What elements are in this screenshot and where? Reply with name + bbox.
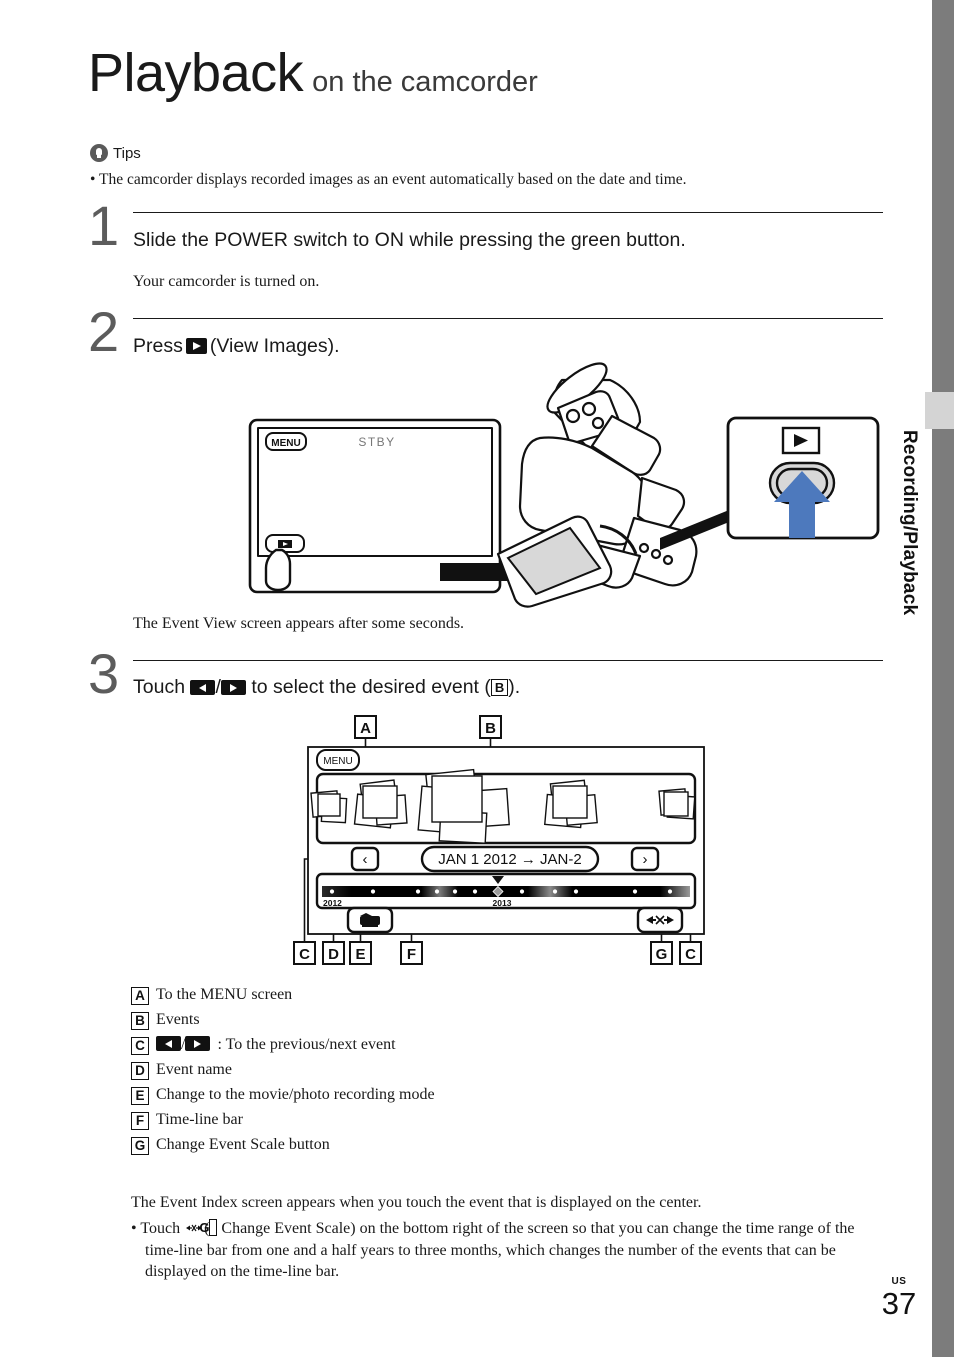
legend-text-a: To the MENU screen: [156, 986, 293, 1003]
step-2-title-after: (View Images).: [209, 335, 340, 357]
callout-tag-a: A: [360, 720, 371, 737]
tips-bullet-text: • The camcorder displays recorded images…: [90, 171, 687, 188]
page-title-main: Playback: [88, 43, 304, 103]
legend-tag-c: C: [131, 1037, 149, 1055]
step-3-title-after: to select the desired event (: [251, 676, 491, 698]
legend-row: A To the MENU screen: [131, 984, 831, 1005]
closing-bullet-before: • Touch: [131, 1220, 181, 1237]
step-3-rule: [133, 660, 883, 661]
event-view-screen-diagram: A B C D E F G C MENU ‹ › JAN 1 2012 → JA…: [290, 714, 720, 972]
legend-tag-g: G: [131, 1137, 149, 1155]
legend-text-b: Events: [156, 1011, 200, 1028]
callout-tag-g: G: [656, 946, 668, 963]
time-line-bar[interactable]: 2012 2013: [315, 872, 697, 910]
step-3-number: 3: [88, 642, 120, 705]
lightbulb-icon: [90, 144, 108, 162]
closing-bullet-after: Change Event Scale) on the bottom right …: [145, 1220, 855, 1280]
next-event-button[interactable]: ›: [630, 846, 660, 872]
step-1-number: 1: [88, 194, 120, 257]
step-2-rule: [133, 318, 883, 319]
legend-tag-f: F: [131, 1112, 149, 1130]
legend-row: F Time-line bar: [131, 1109, 831, 1130]
next-event-icon: [220, 680, 246, 695]
callout-tag-e: E: [355, 946, 365, 963]
legend-tag-a: A: [131, 987, 149, 1005]
lcd-menu-label: MENU: [271, 438, 300, 449]
previous-event-icon: [190, 680, 216, 695]
callout-play-icon: [781, 426, 821, 455]
legend-tag-b: B: [131, 1012, 149, 1030]
play-icon: [185, 338, 207, 354]
section-tab-label: Recording/Playback: [899, 430, 920, 616]
callout-tag-b: B: [485, 720, 496, 737]
callout-tag-f: F: [407, 946, 416, 963]
step-2-description: The Event View screen appears after some…: [133, 615, 465, 632]
step-2-title: Press (View Images).: [133, 335, 340, 358]
legend-tag-e: E: [131, 1087, 149, 1105]
closing-paragraph: The Event Index screen appears when you …: [131, 1194, 702, 1211]
legend-row: D Event name: [131, 1059, 831, 1080]
legend-icons-c: /: [156, 1034, 211, 1055]
callout-tag-b-inline: B: [490, 679, 509, 696]
step-1-rule: [133, 212, 883, 213]
legend-row: E Change to the movie/photo recording mo…: [131, 1084, 831, 1105]
step-3-title: Touch / to select the desired event (B).: [133, 676, 520, 699]
legend-row: C / : To the previous/next event: [131, 1034, 831, 1055]
closing-bullet: • Touch (G Change Event Scale) on the bo…: [131, 1218, 885, 1283]
prev-event-button[interactable]: ‹: [350, 846, 380, 872]
callout-tag-c-right: C: [685, 946, 696, 963]
timeline-end-year: 2013: [493, 898, 512, 908]
page-edge-bar: [932, 0, 954, 1357]
next-event-glyph: ›: [643, 851, 648, 868]
tips-header: Tips: [90, 144, 141, 162]
step-1-title: Slide the POWER switch to ON while press…: [133, 229, 686, 251]
page-footer: US 37: [876, 1276, 922, 1321]
page-number: 37: [881, 1286, 917, 1321]
callout-tag-g-inline: G: [199, 1219, 218, 1236]
step-3-title-end: ).: [508, 676, 521, 698]
step-1-description: Your camcorder is turned on.: [133, 273, 320, 290]
legend-text-f: Time-line bar: [156, 1111, 243, 1128]
callout-tag-d: D: [328, 946, 339, 963]
step-2-number: 2: [88, 300, 120, 363]
change-event-scale-icon: [184, 1222, 204, 1234]
step-3-title-before: Touch: [133, 676, 186, 698]
eventview-menu-button[interactable]: MENU: [316, 749, 360, 771]
legend-tag-d: D: [131, 1062, 149, 1080]
lcd-play-icon: [278, 540, 292, 548]
legend-row: B Events: [131, 1009, 831, 1030]
legend-list: A To the MENU screen B Events C / : To t…: [131, 984, 831, 1159]
section-tab-marker: [925, 392, 954, 429]
page-title: Playback on the camcorder: [88, 42, 538, 104]
next-event-icon: [185, 1036, 211, 1051]
finger-touch-icon: [264, 548, 292, 592]
lcd-status-text: STBY: [358, 435, 395, 449]
legend-row: G Change Event Scale button: [131, 1134, 831, 1155]
events-strip[interactable]: [310, 768, 697, 845]
legend-text-d: Event name: [156, 1061, 232, 1078]
movie-photo-mode-button[interactable]: [346, 906, 394, 934]
tips-label: Tips: [113, 144, 141, 162]
page-title-sub: on the camcorder: [312, 66, 538, 98]
callout-tag-c-left: C: [299, 946, 310, 963]
change-event-scale-button[interactable]: [636, 906, 684, 934]
legend-text-c: : To the previous/next event: [217, 1036, 396, 1053]
event-name-field: JAN 1 2012 → JAN-2: [420, 845, 600, 873]
step-2-title-before: Press: [133, 335, 183, 357]
timeline-start-year: 2012: [323, 898, 342, 908]
previous-event-icon: [156, 1036, 181, 1051]
prev-event-glyph: ‹: [363, 851, 368, 868]
legend-text-g: Change Event Scale button: [156, 1136, 330, 1153]
event-name-text: JAN 1 2012 → JAN-2: [438, 851, 581, 868]
legend-text-e: Change to the movie/photo recording mode: [156, 1086, 435, 1103]
eventview-menu-label: MENU: [323, 756, 352, 767]
camcorder-illustration: MENU STBY: [240, 362, 890, 610]
